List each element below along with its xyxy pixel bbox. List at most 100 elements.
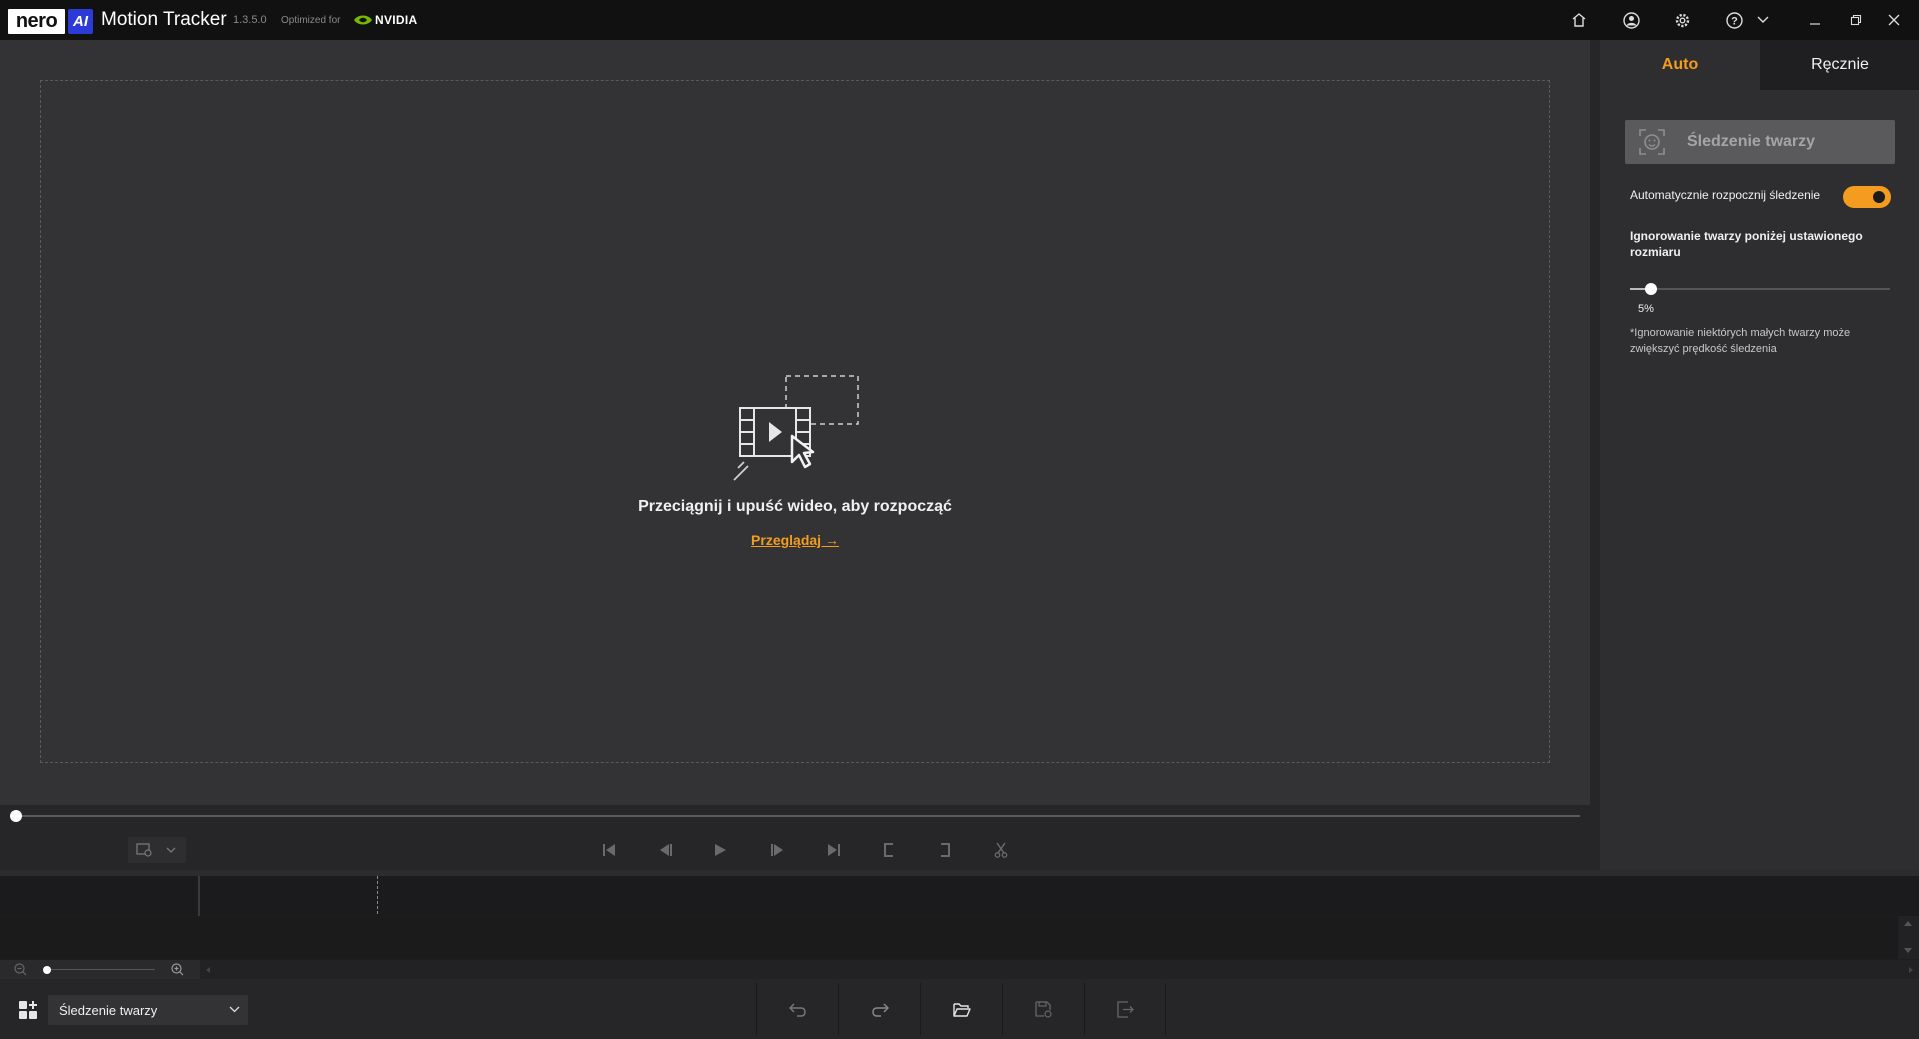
skip-to-start-icon [603, 844, 615, 856]
settings-icon [1675, 13, 1689, 27]
zoom-out-icon[interactable] [14, 963, 27, 976]
optimized-for-label: Optimized for [281, 15, 341, 26]
skip-to-start-button[interactable] [597, 838, 621, 862]
timeline-horizontal-scrollbar[interactable] [200, 960, 1919, 979]
restore-button[interactable] [1842, 6, 1870, 34]
toggle-knob [1873, 191, 1885, 203]
home-icon [1572, 13, 1586, 27]
open-folder-button[interactable] [920, 983, 1002, 1035]
drop-prompt: Przeciągnij i upuść wideo, aby rozpocząć [638, 498, 952, 515]
step-back-button[interactable] [654, 838, 678, 862]
ignore-faces-label: Ignorowanie twarzy poniżej ustawionego r… [1630, 229, 1863, 259]
settings-button[interactable] [1668, 6, 1696, 34]
close-button[interactable] [1880, 6, 1908, 34]
panel-divider [1590, 40, 1600, 870]
open-folder-icon [952, 1002, 971, 1017]
ai-logo: AI [68, 9, 93, 34]
skip-to-end-icon [828, 844, 840, 856]
timeline-track[interactable] [0, 917, 1898, 959]
redo-button[interactable] [838, 983, 920, 1035]
svg-text:?: ? [1731, 15, 1738, 27]
tab-manual[interactable]: Ręcznie [1760, 40, 1919, 90]
export-button[interactable] [1084, 983, 1166, 1035]
video-preview-area: Przeciągnij i upuść wideo, aby rozpocząć… [0, 40, 1590, 805]
playback-controls [0, 830, 1590, 870]
seek-bar[interactable] [0, 805, 1590, 830]
restore-icon [1850, 14, 1862, 26]
auto-start-label: Automatycznie rozpocznij śledzenie [1630, 188, 1821, 202]
nero-logo: nero [8, 9, 65, 34]
timeline [0, 876, 1919, 979]
mark-in-button[interactable] [877, 838, 901, 862]
speed-note: *Ignorowanie niektórych małych twarzy mo… [1630, 327, 1851, 355]
toolbar-divider [1165, 983, 1166, 1035]
cut-icon [994, 842, 1008, 858]
face-tracking-icon [1639, 129, 1665, 155]
export-icon [1117, 1000, 1134, 1018]
timeline-ruler[interactable] [200, 876, 1919, 916]
skip-to-end-button[interactable] [822, 838, 846, 862]
save-button[interactable] [1002, 983, 1084, 1035]
face-tracking-label: Śledzenie twarzy [1687, 133, 1816, 150]
play-icon [715, 844, 726, 856]
bottom-toolbar: Śledzenie twarzy [0, 979, 1919, 1039]
mode-select[interactable]: Śledzenie twarzy [48, 995, 248, 1025]
timeline-playhead[interactable] [377, 876, 378, 914]
mark-out-icon [941, 843, 950, 857]
title-bar: nero AI Motion Tracker 1.3.5.0 Optimized… [0, 0, 1919, 40]
mark-in-icon [884, 843, 893, 857]
account-button[interactable] [1617, 6, 1645, 34]
minimize-button[interactable] [1801, 6, 1829, 34]
app-window: nero AI Motion Tracker 1.3.5.0 Optimized… [0, 0, 1919, 1039]
chevron-down-icon [229, 1006, 240, 1013]
zoom-slider-track[interactable] [45, 969, 155, 970]
track-header [0, 876, 200, 916]
account-icon [1622, 11, 1640, 29]
play-button[interactable] [708, 838, 732, 862]
app-title: Motion Tracker [101, 9, 227, 30]
face-tracking-button[interactable]: Śledzenie twarzy [1625, 120, 1895, 164]
timeline-zoom-control [0, 960, 200, 979]
chevron-down-icon [166, 847, 176, 853]
scroll-left-icon [206, 967, 210, 973]
scroll-up-icon [1904, 921, 1912, 926]
nvidia-wordmark: NVIDIA [375, 13, 418, 27]
cut-button[interactable] [989, 838, 1013, 862]
help-icon: ? [1725, 11, 1743, 29]
step-forward-button[interactable] [765, 838, 789, 862]
scroll-right-icon [1909, 967, 1913, 973]
close-icon [1888, 14, 1900, 26]
zoom-in-icon[interactable] [171, 963, 184, 976]
seek-track[interactable] [16, 815, 1580, 817]
help-button[interactable]: ? [1720, 6, 1748, 34]
slider-value: 5% [1638, 303, 1654, 315]
slider-thumb[interactable] [1645, 283, 1657, 295]
face-size-slider[interactable] [1630, 283, 1890, 295]
preview-settings-icon [136, 843, 152, 857]
mode-select-value: Śledzenie twarzy [59, 1003, 158, 1018]
minimize-icon [1810, 23, 1820, 25]
zoom-slider-thumb[interactable] [43, 966, 51, 974]
browse-link[interactable]: Przeglądaj → [745, 532, 845, 548]
app-version: 1.3.5.0 [233, 14, 267, 26]
settings-panel: Auto Ręcznie Śledzenie twarzy Automatycz… [1600, 40, 1919, 870]
view-mode-dropdown[interactable] [128, 837, 186, 863]
tab-auto[interactable]: Auto [1600, 40, 1760, 90]
help-menu-dropdown[interactable] [1749, 6, 1777, 34]
mark-out-button[interactable] [933, 838, 957, 862]
home-button[interactable] [1565, 6, 1593, 34]
step-forward-icon [771, 844, 783, 856]
apps-grid-icon[interactable] [18, 1000, 38, 1020]
auto-start-toggle[interactable] [1843, 186, 1891, 208]
chevron-down-icon [1757, 16, 1769, 23]
save-icon [1035, 1000, 1052, 1018]
timeline-vertical-scrollbar[interactable] [1898, 916, 1919, 959]
nvidia-eye-icon [354, 15, 372, 25]
undo-button[interactable] [756, 983, 838, 1035]
seek-thumb[interactable] [10, 810, 22, 822]
step-back-icon [660, 844, 672, 856]
drag-drop-video-icon [733, 375, 859, 481]
scroll-down-icon [1904, 948, 1912, 953]
redo-icon [871, 1003, 889, 1017]
undo-icon [788, 1003, 806, 1017]
